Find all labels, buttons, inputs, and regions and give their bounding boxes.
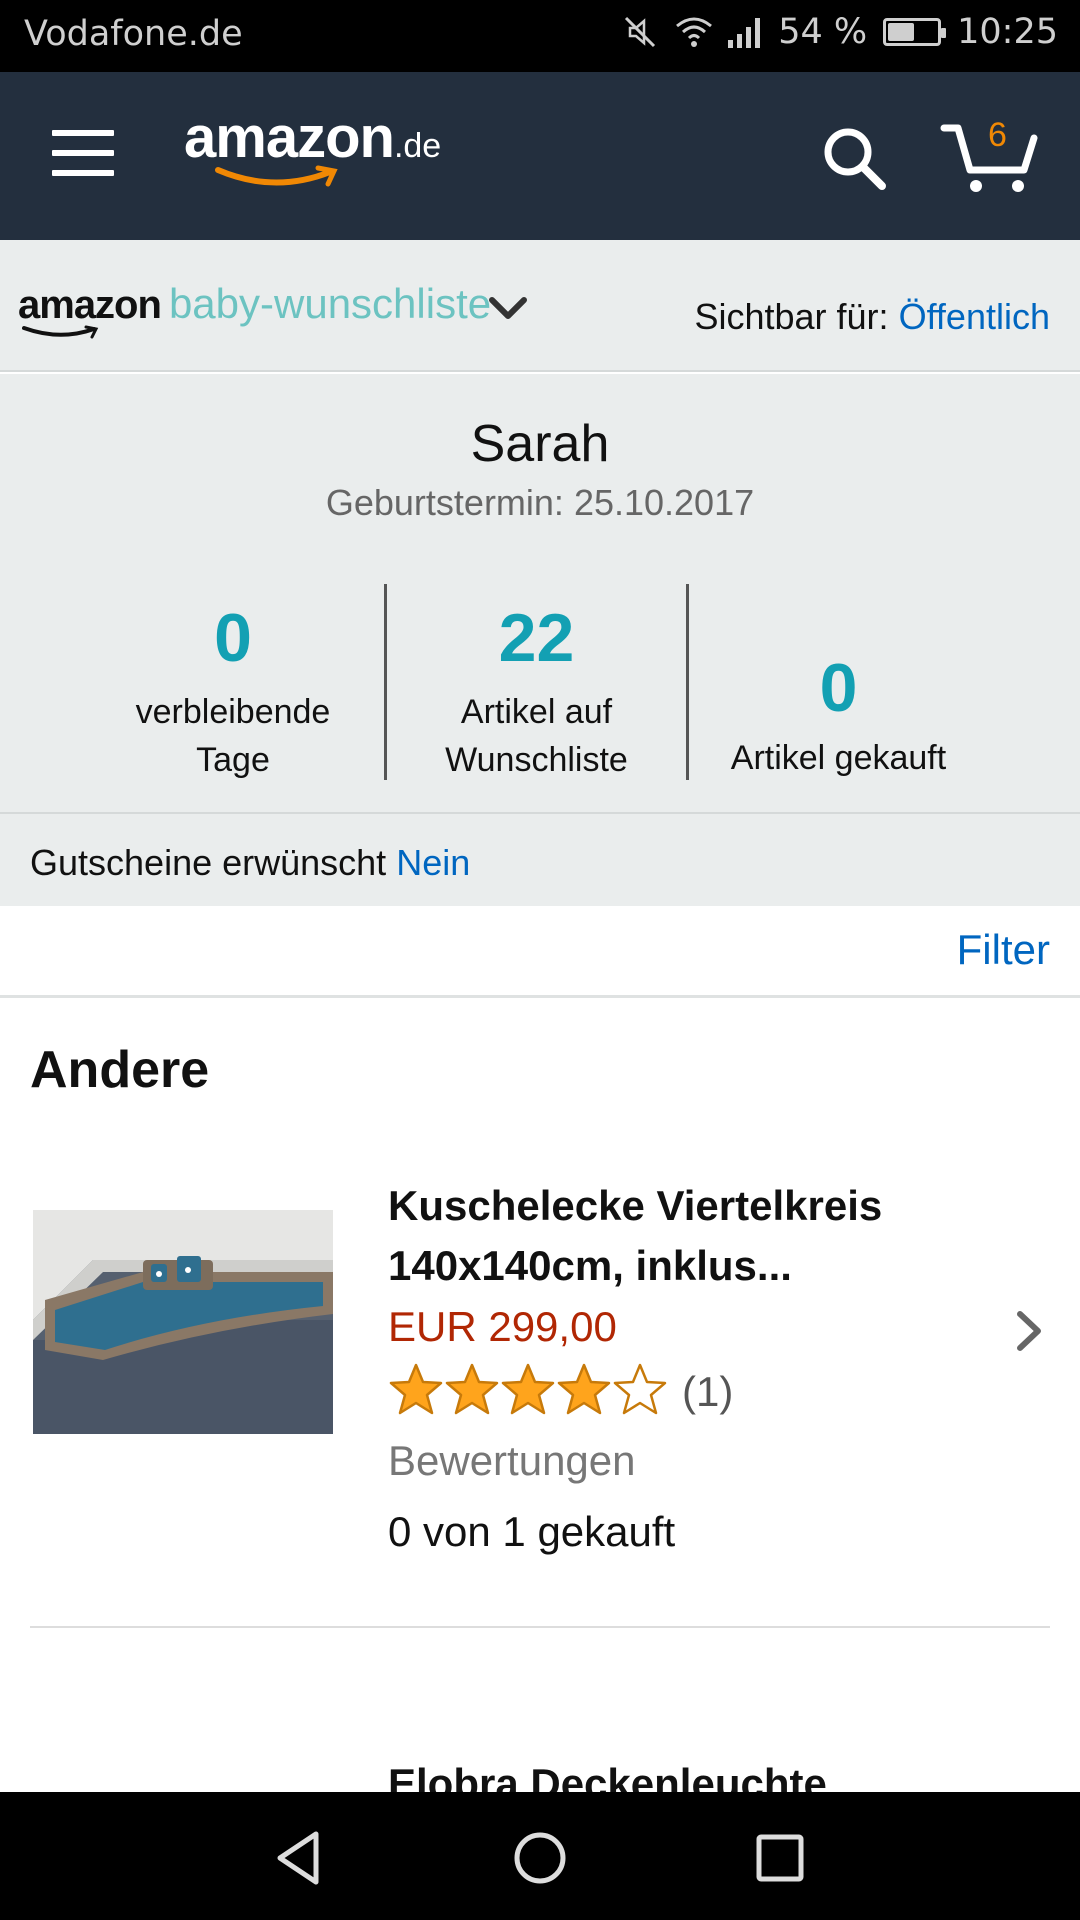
back-icon[interactable]	[270, 1828, 330, 1888]
vouchers-value[interactable]: Nein	[396, 842, 470, 883]
chevron-right-icon[interactable]	[1012, 1308, 1046, 1354]
due-date: Geburtstermin: 25.10.2017	[325, 482, 755, 523]
status-icons: 54 % 10:25	[622, 12, 1058, 52]
star-filled-icon	[556, 1362, 612, 1418]
registry-profile: Sarah Geburtstermin: 25.10.2017 0 verble…	[0, 374, 1080, 814]
wifi-icon	[674, 14, 713, 50]
baby-wishlist-logo[interactable]: amazon baby-wunschliste	[18, 280, 492, 339]
star-filled-icon	[444, 1362, 500, 1418]
stats-row: 0 verbleibende Tage 22 Artikel auf Wunschl…	[82, 584, 998, 780]
visibility-label: Sichtbar für:	[694, 296, 889, 337]
signal-icon	[726, 14, 762, 50]
amazon-logo[interactable]: amazon.de	[184, 104, 442, 187]
stat-value: 0	[214, 600, 252, 676]
product-rating: (1)	[388, 1358, 1008, 1426]
stat-label: Artikel gekauft	[730, 739, 947, 777]
filter-button[interactable]: Filter	[957, 926, 1050, 974]
stat-value: 22	[498, 600, 575, 676]
stat-value: 0	[819, 650, 858, 726]
logo-tld: .de	[393, 127, 442, 165]
visibility-setting[interactable]: Sichtbar für: Öffentlich	[694, 296, 1050, 338]
stat-items-on-list: 22 Artikel auf Wunschliste	[384, 584, 686, 780]
star-empty-icon	[612, 1362, 668, 1418]
product-image[interactable]	[33, 1210, 333, 1434]
vouchers-setting: Gutscheine erwünscht Nein	[30, 842, 470, 884]
filter-bar: Filter	[0, 906, 1080, 998]
registry-name: Sarah	[470, 415, 610, 473]
product-price: EUR 299,00	[388, 1303, 617, 1350]
carrier-name: Vodafone.de	[24, 14, 243, 54]
system-nav-bar	[0, 1792, 1080, 1920]
section-title: Andere	[30, 1041, 210, 1099]
baby-logo-word: amazon	[18, 283, 162, 339]
divider	[30, 1626, 1050, 1628]
stat-label: Artikel auf Wunschliste	[445, 693, 628, 779]
stat-days-remaining: 0 verbleibende Tage	[82, 584, 384, 780]
star-filled-icon	[388, 1362, 444, 1418]
product-item[interactable]: Kuschelecke Viertelkreis 140x140cm, inklu…	[0, 1160, 1080, 1630]
home-icon[interactable]	[510, 1828, 570, 1888]
stat-items-purchased: 0 Artikel gekauft	[686, 584, 988, 780]
clock: 10:25	[957, 12, 1058, 52]
rating-label: Bewertungen	[388, 1437, 636, 1484]
wishlist-header: amazon baby-wunschliste Sichtbar für: Öf…	[0, 240, 1080, 372]
baby-logo-product: baby-wunschliste	[168, 280, 492, 327]
vouchers-row: Gutscheine erwünscht Nein	[0, 814, 1080, 906]
menu-icon[interactable]	[52, 130, 114, 176]
rating-count: (1)	[682, 1368, 734, 1415]
battery-percent: 54 %	[778, 12, 868, 52]
search-icon[interactable]	[818, 122, 890, 194]
purchased-count: 0 von 1 gekauft	[388, 1508, 676, 1555]
chevron-down-icon[interactable]	[488, 294, 528, 324]
visibility-value[interactable]: Öffentlich	[899, 296, 1050, 337]
logo-word: amazon	[184, 105, 395, 170]
recents-icon[interactable]	[750, 1828, 810, 1888]
smile-small-icon	[22, 325, 99, 339]
cart-icon[interactable]: 6	[940, 116, 1040, 198]
cart-count: 6	[988, 116, 1007, 154]
status-bar: Vodafone.de 54 % 10:25	[0, 0, 1080, 72]
smile-icon	[215, 165, 338, 187]
app-header: amazon.de 6	[0, 72, 1080, 240]
mute-icon	[622, 14, 658, 50]
vouchers-label: Gutscheine erwünscht	[30, 842, 387, 883]
product-info: Kuschelecke Viertelkreis 140x140cm, inklu…	[388, 1176, 1008, 1568]
star-filled-icon	[500, 1362, 556, 1418]
battery-icon	[883, 18, 947, 46]
product-title[interactable]: Kuschelecke Viertelkreis 140x140cm, inklu…	[388, 1176, 1008, 1296]
stat-label: verbleibende Tage	[135, 693, 331, 779]
star-rating	[388, 1362, 668, 1422]
